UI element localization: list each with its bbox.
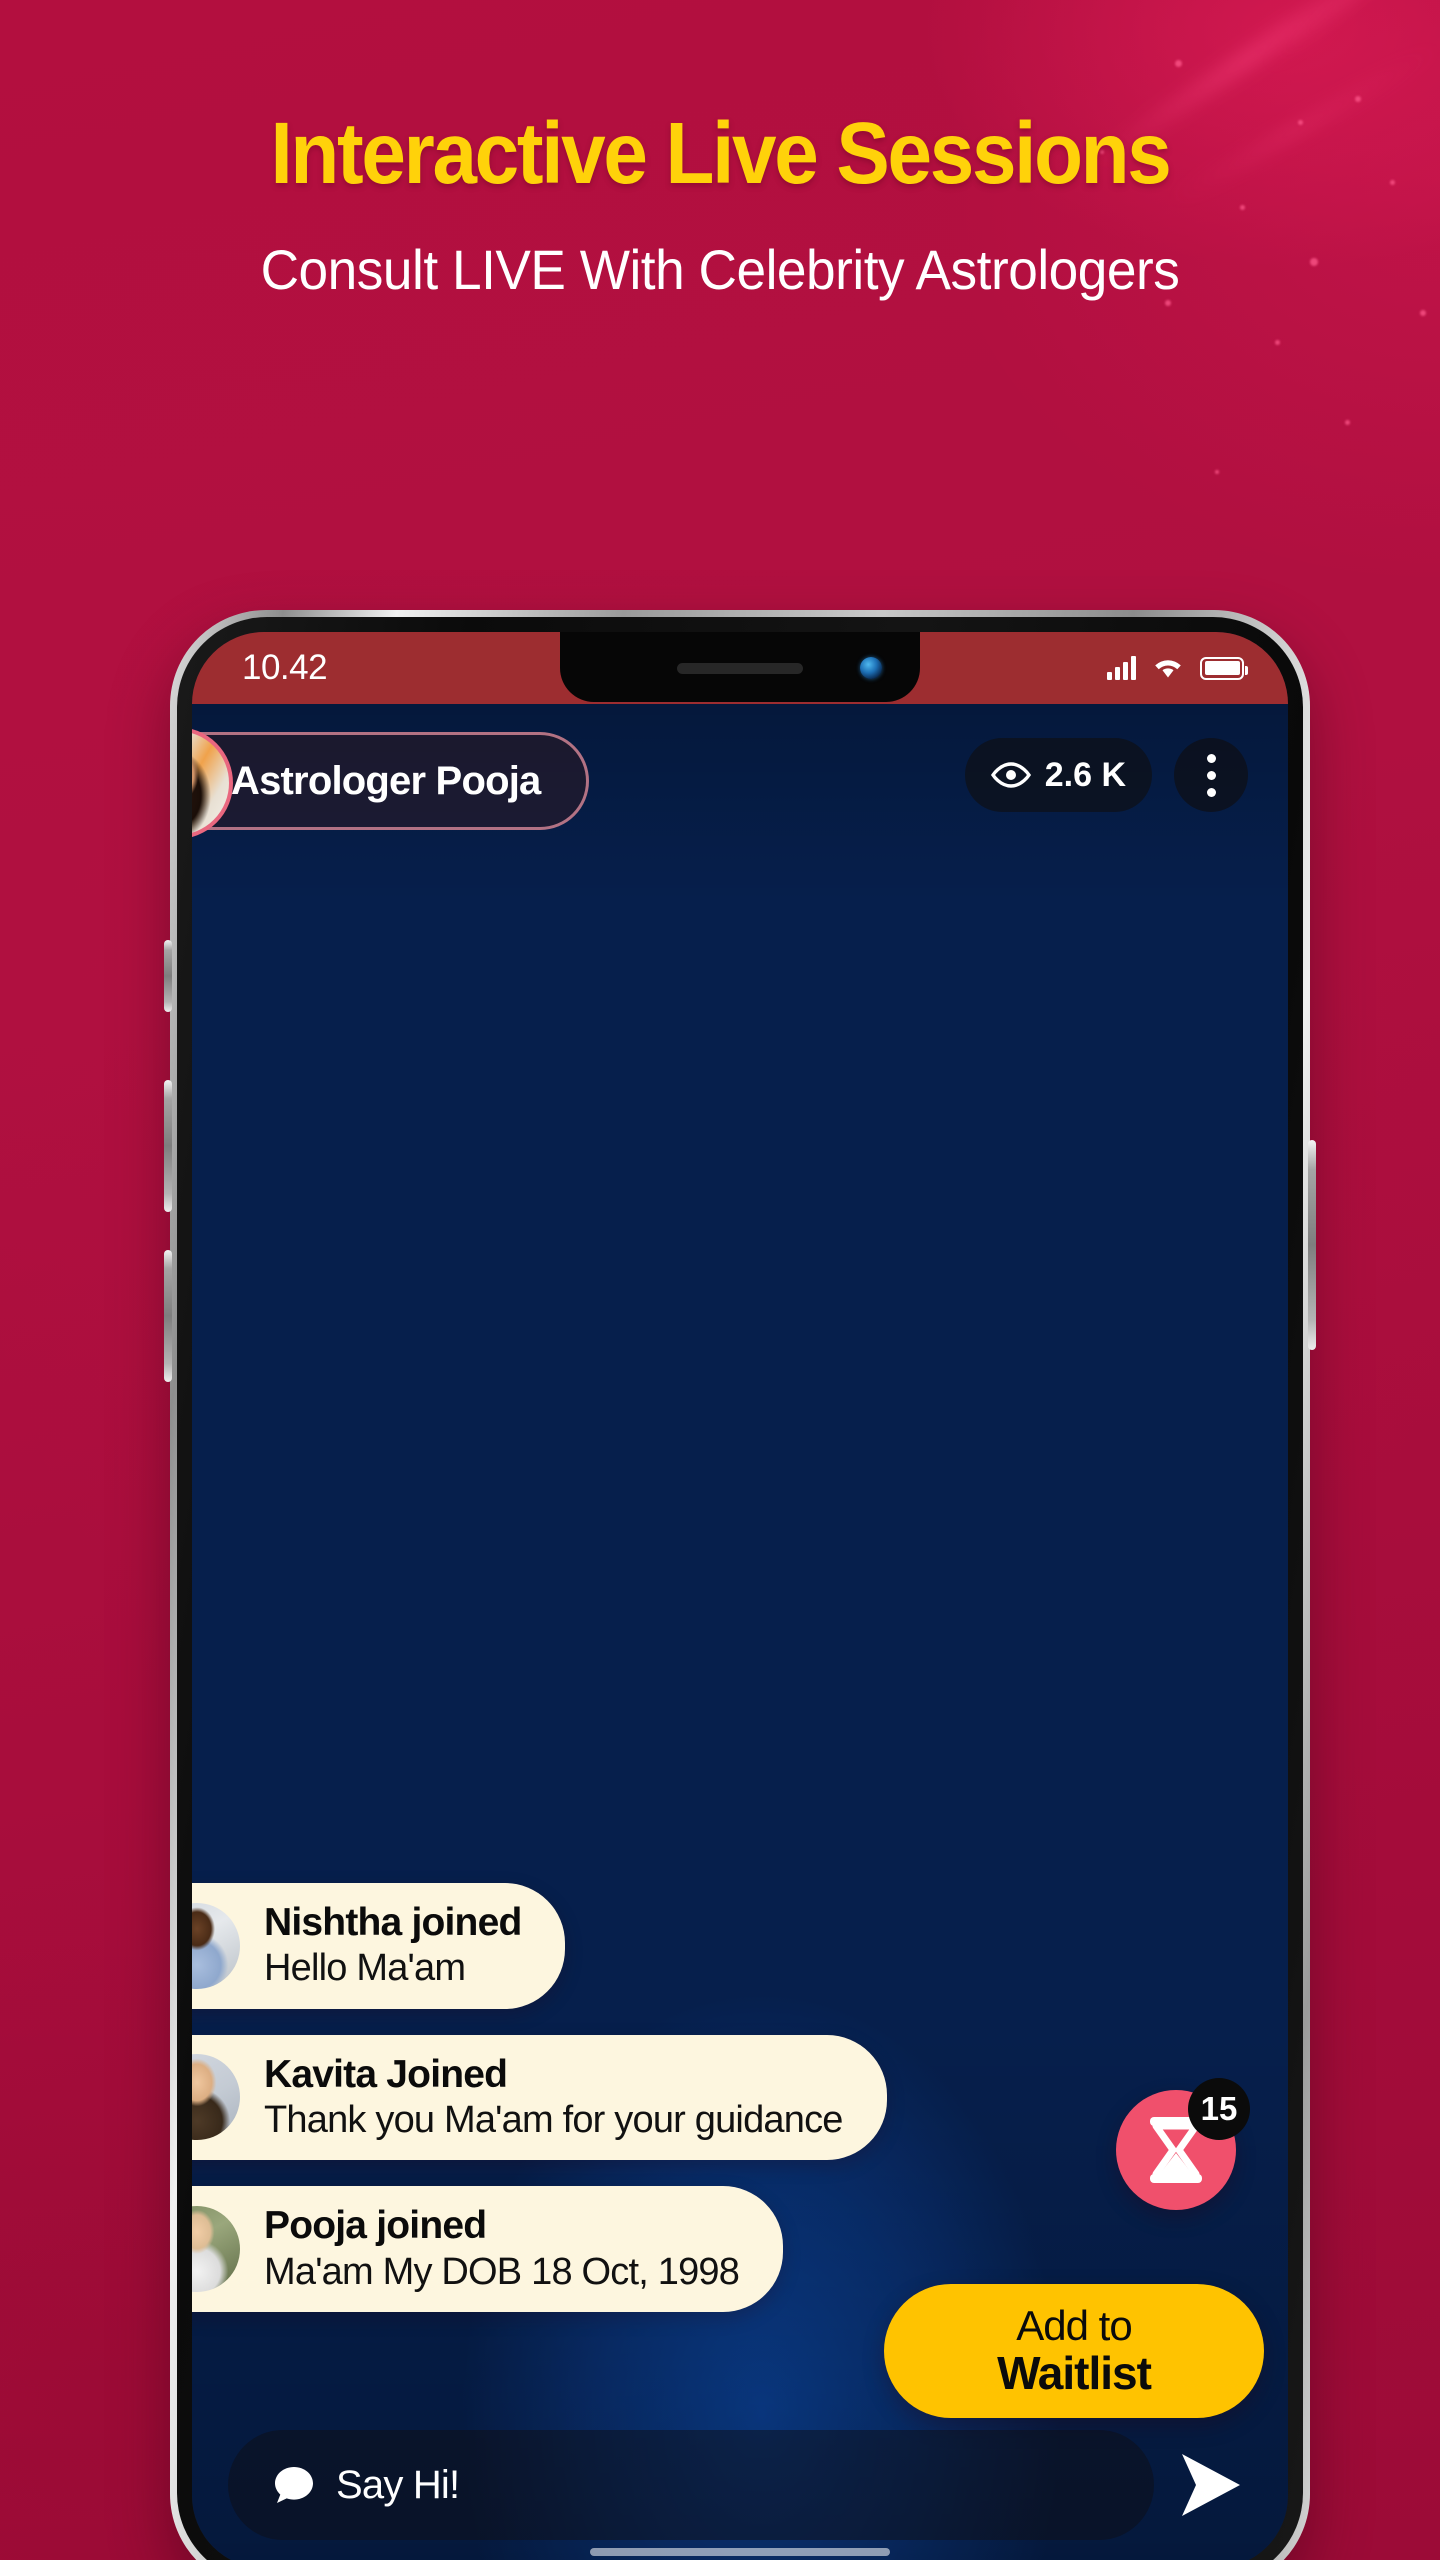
chat-message: Thank you Ma'am for your guidance [264, 2099, 843, 2142]
status-bar-time: 10.42 [242, 648, 328, 687]
chat-bubble-icon [275, 2467, 313, 2503]
battery-full-icon [1200, 656, 1248, 680]
chat-message: Hello Ma'am [264, 1947, 466, 1990]
astrologer-avatar[interactable] [192, 727, 233, 839]
list-item[interactable]: Nishtha joined Hello Ma'am [192, 1882, 566, 2009]
add-to-waitlist-button[interactable]: Add to Waitlist [884, 2284, 1264, 2418]
power-button[interactable] [1308, 1140, 1316, 1350]
astrologer-name: Astrologer Pooja [231, 758, 541, 803]
promo-poster: Interactive Live Sessions Consult LIVE W… [0, 0, 1440, 2560]
page-title: Interactive Live Sessions [270, 105, 1171, 202]
sparkle-decor [1420, 310, 1426, 316]
user-avatar-nishtha [192, 1902, 240, 1989]
viewer-count-chip: 2.6 K [964, 738, 1152, 812]
volume-up-button[interactable] [164, 1080, 172, 1212]
queue-fab-wrapper[interactable]: 15 [1116, 2078, 1250, 2210]
page-subtitle: Consult LIVE With Celebrity Astrologers [260, 238, 1180, 301]
viewer-count: 2.6 K [1044, 755, 1126, 794]
send-button[interactable] [1154, 2430, 1264, 2540]
chat-text: Kavita Joined Thank you Ma'am for your g… [264, 2053, 843, 2143]
home-indicator[interactable] [590, 2548, 890, 2556]
phone-mockup: 10.42 Astrologer Pooja 2.6 K Nishtha joi… [164, 610, 1316, 2560]
chat-input-bar: Say Hi! [228, 2430, 1264, 2540]
phone-notch [560, 632, 920, 702]
sparkle-decor [1215, 470, 1219, 474]
sparkle-decor [1345, 420, 1350, 425]
eye-icon [990, 762, 1031, 788]
live-chat-list: Nishtha joined Hello Ma'am Kavita Joined… [192, 1882, 1132, 2338]
chat-input-placeholder: Say Hi! [336, 2462, 460, 2507]
sparkle-decor [1355, 96, 1361, 102]
three-dots-vertical-icon[interactable] [1174, 738, 1248, 812]
chat-input-field[interactable]: Say Hi! [228, 2430, 1154, 2540]
user-avatar-pooja [192, 2206, 240, 2293]
light-streak-decor [1256, 0, 1440, 77]
send-arrow-icon [1182, 2454, 1240, 2516]
user-avatar-kavita [192, 2054, 240, 2141]
mute-switch-button[interactable] [164, 940, 172, 1012]
wifi-icon [1155, 660, 1181, 678]
front-camera-icon [860, 657, 882, 679]
list-item[interactable]: Pooja joined Ma'am My DOB 18 Oct, 1998 [192, 2186, 784, 2312]
waitlist-label-line1: Add to [1016, 2302, 1132, 2350]
poster-heading-block: Interactive Live Sessions Consult LIVE W… [0, 110, 1440, 303]
chat-message: Ma'am My DOB 18 Oct, 1998 [264, 2250, 740, 2293]
status-bar-icons [1107, 656, 1248, 680]
chat-user-name: Pooja joined [264, 2204, 487, 2248]
phone-screen: 10.42 Astrologer Pooja 2.6 K Nishtha joi… [192, 632, 1288, 2560]
chat-user-name: Nishtha joined [264, 1900, 522, 1944]
signal-bars-icon [1107, 656, 1136, 680]
waitlist-label-line2: Waitlist [997, 2346, 1152, 2399]
live-header-actions: 2.6 K [964, 738, 1248, 812]
chat-text: Nishtha joined Hello Ma'am [264, 1900, 522, 1991]
chat-text: Pooja joined Ma'am My DOB 18 Oct, 1998 [264, 2204, 740, 2294]
sparkle-decor [1175, 60, 1182, 67]
status-badge: 15 [1188, 2078, 1250, 2140]
volume-down-button[interactable] [164, 1250, 172, 1382]
list-item[interactable]: Kavita Joined Thank you Ma'am for your g… [192, 2034, 887, 2161]
chat-user-name: Kavita Joined [264, 2052, 508, 2096]
earpiece-speaker-icon [677, 663, 803, 674]
sparkle-decor [1275, 340, 1280, 345]
astrologer-header-pill[interactable]: Astrologer Pooja [192, 727, 590, 839]
